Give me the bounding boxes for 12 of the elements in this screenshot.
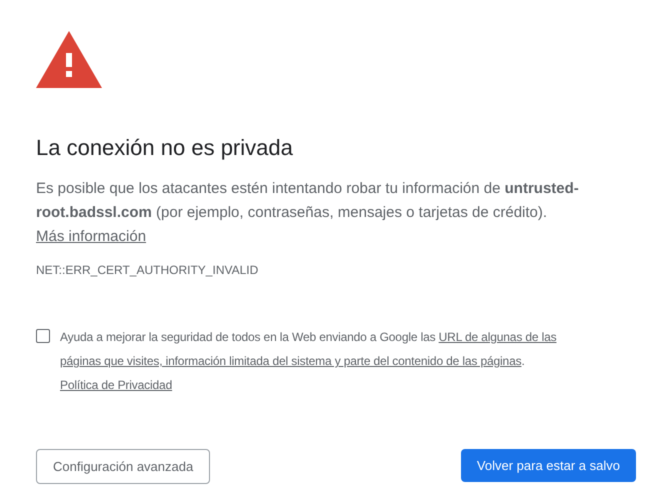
link[interactable]: páginas que visites, información limitada del sistema y parte del contenido de las páginas bbox=[60, 354, 522, 368]
back-to-safety-button[interactable]: Volver para estar a salvo bbox=[460, 449, 636, 482]
advanced-button[interactable]: Configuración avanzada bbox=[36, 449, 210, 484]
checkbox[interactable] bbox=[36, 329, 50, 343]
page-title: La conexión no es privada bbox=[36, 134, 294, 162]
link[interactable]: URL de algunas de las bbox=[438, 330, 556, 344]
error-code: NET::ERR_CERT_AUTHORITY_INVALID bbox=[36, 262, 260, 279]
warning-icon bbox=[36, 31, 102, 88]
link[interactable]: Más información bbox=[36, 228, 146, 245]
link[interactable]: Política de Privacidad bbox=[60, 378, 172, 392]
report-option-text: Ayuda a mejorar la seguridad de todos en la Web enviando a Google las URL de algunas de las páginas que visites, información limitada del sistema y parte del contenido de las páginas. Política de Privacidad bbox=[60, 329, 558, 394]
description-text: Es posible que los atacantes estén intentando robar tu información de untrusted-root.badssl.com (por ejemplo, contraseñas, mensajes o tarjetas de crédito). Más información bbox=[36, 179, 580, 247]
